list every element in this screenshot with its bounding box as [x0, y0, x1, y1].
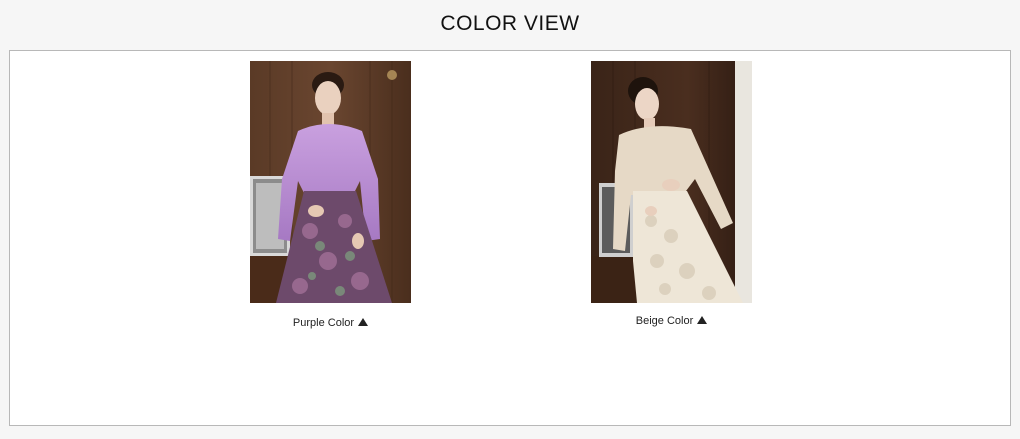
- beige-variant-photo: [591, 61, 752, 303]
- variant-purple: Purple Color: [250, 61, 411, 329]
- triangle-up-icon: [358, 318, 369, 326]
- beige-model-image: [591, 61, 752, 303]
- color-view-frame: [9, 50, 1011, 426]
- variant-beige: Beige Color: [591, 61, 752, 327]
- purple-color-label: Purple Color: [292, 317, 355, 329]
- purple-variant-photo: [250, 61, 411, 303]
- purple-color-caption[interactable]: Purple Color: [250, 317, 411, 329]
- beige-color-caption[interactable]: Beige Color: [591, 315, 752, 327]
- purple-model-image: [250, 61, 411, 303]
- beige-color-label: Beige Color: [635, 315, 694, 327]
- triangle-up-icon: [697, 316, 708, 324]
- section-title: COLOR VIEW: [440, 12, 580, 35]
- color-view-section: COLOR VIEW Purple Color Beige Color: [0, 0, 1020, 439]
